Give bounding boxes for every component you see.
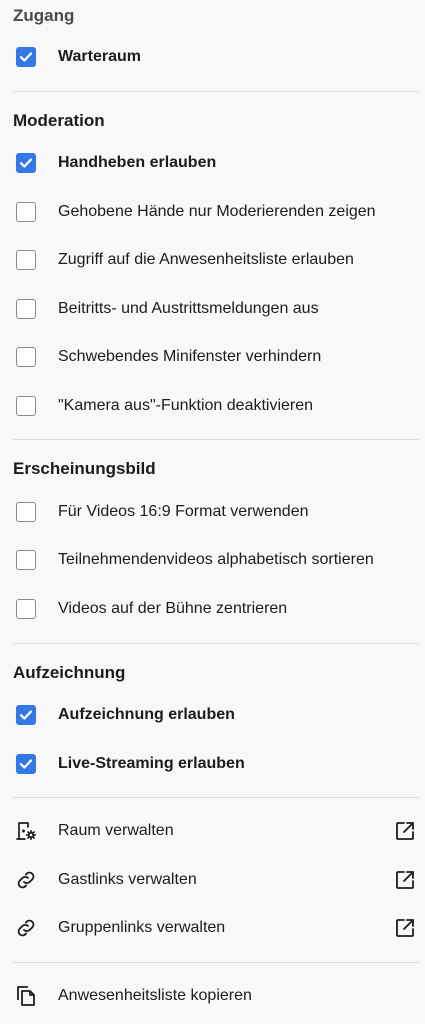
manage-guest-links-button[interactable]: Gastlinks verwalten [0,860,425,900]
link-icon [14,916,38,940]
section-title-access: Zugang [13,6,75,25]
raised-hands-mods-only-label: Gehobene Hände nur Moderierenden zeigen [58,203,376,220]
checkmark-icon [19,710,33,720]
join-leave-messages-label: Beitritts- und Austrittsmeldungen aus [58,300,319,317]
option-raise-hand[interactable]: Handheben erlauben [0,143,425,183]
allow-recording-label: Aufzeichnung erlauben [58,706,235,723]
divider [13,797,419,798]
external-link-icon[interactable] [393,819,417,843]
divider [13,439,419,440]
manage-group-links-label: Gruppenlinks verwalten [58,919,226,936]
section-title-recording: Aufzeichnung [13,663,126,682]
divider [13,962,419,963]
raised-hands-mods-only-checkbox[interactable] [16,202,36,222]
manage-group-links-button[interactable]: Gruppenlinks verwalten [0,908,425,948]
checkmark-icon [19,158,33,168]
external-link-icon[interactable] [393,916,417,940]
option-allow-streaming[interactable]: Live-Streaming erlauben [0,744,425,784]
center-stage-videos-label: Videos auf der Bühne zentrieren [58,600,288,617]
section-title-moderation: Moderation [13,111,105,130]
option-disable-camera-off[interactable]: "Kamera aus"-Funktion deaktivieren [0,386,425,426]
option-waiting-room[interactable]: Warteraum [0,37,425,77]
allow-streaming-checkbox[interactable] [16,754,36,774]
attendee-list-access-label: Zugriff auf die Anwesenheitsliste erlaub… [58,251,354,268]
allow-recording-checkbox[interactable] [16,705,36,725]
copy-attendee-list-label: Anwesenheitsliste kopieren [58,987,252,1004]
option-center-stage-videos[interactable]: Videos auf der Bühne zentrieren [0,589,425,629]
attendee-list-access-checkbox[interactable] [16,250,36,270]
sort-videos-alpha-checkbox[interactable] [16,550,36,570]
checkmark-icon [19,52,33,62]
section-title-appearance: Erscheinungsbild [13,459,156,478]
copy-attendee-list-button[interactable]: Anwesenheitsliste kopieren [0,976,425,1016]
prevent-floating-window-checkbox[interactable] [16,347,36,367]
waiting-room-label: Warteraum [58,48,141,65]
raise-hand-label: Handheben erlauben [58,154,217,171]
option-prevent-floating-window[interactable]: Schwebendes Minifenster verhindern [0,337,425,377]
manage-room-button[interactable]: Raum verwalten [0,811,425,851]
option-join-leave-messages[interactable]: Beitritts- und Austrittsmeldungen aus [0,289,425,329]
manage-room-label: Raum verwalten [58,822,174,839]
link-icon [14,868,38,892]
divider [13,91,419,92]
center-stage-videos-checkbox[interactable] [16,599,36,619]
option-attendee-list-access[interactable]: Zugriff auf die Anwesenheitsliste erlaub… [0,240,425,280]
join-leave-messages-checkbox[interactable] [16,299,36,319]
disable-camera-off-checkbox[interactable] [16,396,36,416]
divider [13,643,419,644]
videos-16-9-label: Für Videos 16:9 Format verwenden [58,503,309,520]
manage-guest-links-label: Gastlinks verwalten [58,871,197,888]
raise-hand-checkbox[interactable] [16,153,36,173]
checkmark-icon [19,759,33,769]
option-sort-videos-alpha[interactable]: Teilnehmendenvideos alphabetisch sortier… [0,540,425,580]
videos-16-9-checkbox[interactable] [16,502,36,522]
option-allow-recording[interactable]: Aufzeichnung erlauben [0,695,425,735]
room-settings-icon [14,819,38,843]
option-raised-hands-mods-only[interactable]: Gehobene Hände nur Moderierenden zeigen [0,192,425,232]
sort-videos-alpha-label: Teilnehmendenvideos alphabetisch sortier… [58,551,374,568]
allow-streaming-label: Live-Streaming erlauben [58,755,245,772]
copy-icon [14,984,38,1008]
prevent-floating-window-label: Schwebendes Minifenster verhindern [58,348,322,365]
external-link-icon[interactable] [393,868,417,892]
waiting-room-checkbox[interactable] [16,47,36,67]
disable-camera-off-label: "Kamera aus"-Funktion deaktivieren [58,397,314,414]
option-videos-16-9[interactable]: Für Videos 16:9 Format verwenden [0,492,425,532]
